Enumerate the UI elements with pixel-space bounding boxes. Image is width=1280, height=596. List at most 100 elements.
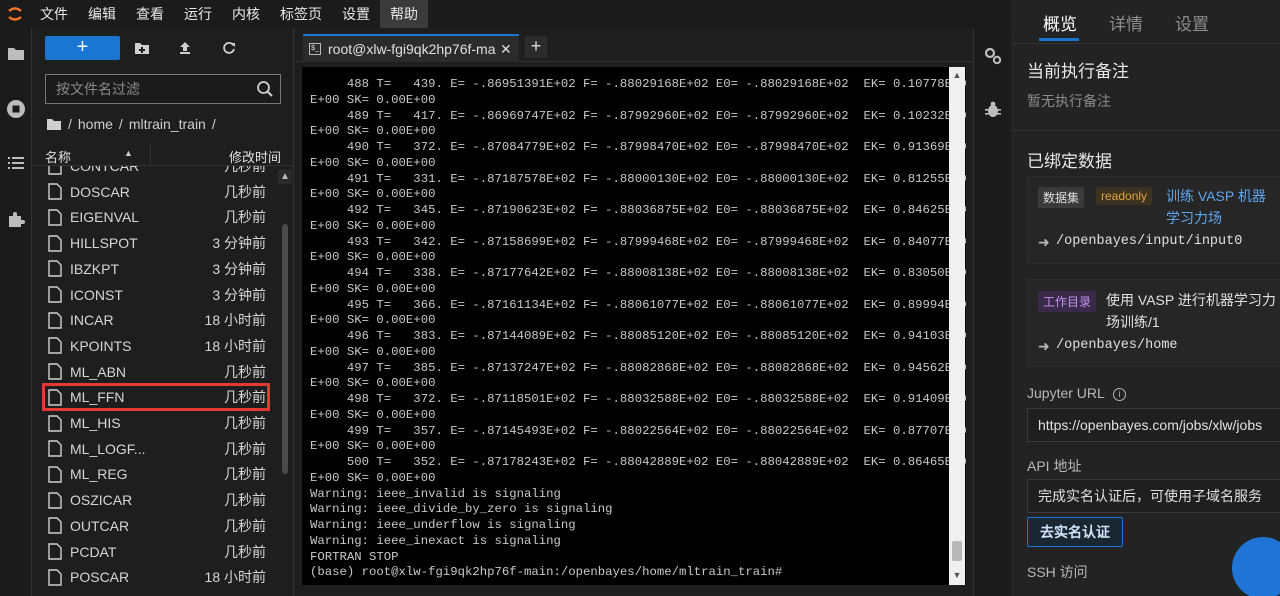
upload-icon[interactable] <box>175 38 195 58</box>
file-icon <box>48 234 62 252</box>
terminal-line: 495 T= 366. E= -.87161134E+02 F= -.88061… <box>346 297 967 312</box>
extension-puzzle-icon[interactable] <box>5 208 27 230</box>
file-filter-input[interactable] <box>46 75 246 103</box>
file-row[interactable]: ML_FFN 几秒前 <box>42 383 270 412</box>
file-modified-time: 几秒前 <box>224 517 266 534</box>
menu-settings[interactable]: 设置 <box>332 0 380 28</box>
file-row[interactable]: DOSCAR 几秒前 <box>44 180 268 204</box>
file-list-scrollbar[interactable]: ▲ ▼ <box>278 166 292 596</box>
file-row[interactable]: ML_ABN 几秒前 <box>44 360 268 384</box>
file-row[interactable]: ML_LOGF... 几秒前 <box>44 437 268 461</box>
file-modified-time: 几秒前 <box>224 209 266 226</box>
file-icon <box>48 286 62 303</box>
terminal-tab[interactable]: $_ root@xlw-fgi9qk2hp76f-mai ✕ <box>303 34 519 62</box>
jupyter-url-field[interactable]: https://openbayes.com/jobs/xlw/jobs <box>1027 408 1280 442</box>
new-launcher-button[interactable]: + <box>45 36 120 60</box>
divider <box>1011 130 1280 131</box>
scrollbar-thumb[interactable] <box>282 224 288 474</box>
folder-icon[interactable] <box>46 117 62 131</box>
new-folder-icon[interactable] <box>132 38 152 58</box>
column-separator[interactable] <box>150 144 151 166</box>
file-icon <box>48 209 62 226</box>
real-name-verify-button[interactable]: 去实名认证 <box>1027 517 1123 547</box>
terminal-scrollbar-thumb[interactable] <box>952 541 962 561</box>
column-name-header[interactable]: 名称 <box>45 147 71 166</box>
file-icon <box>48 517 62 534</box>
scroll-up-arrow-icon[interactable]: ▲ <box>278 170 292 184</box>
file-row[interactable]: ICONST 3 分钟前 <box>44 283 268 307</box>
main-area: $_ root@xlw-fgi9qk2hp76f-mai ✕ + 488 T= … <box>295 28 972 596</box>
menu-bar: 文件 编辑 查看 运行 内核 标签页 设置 帮助 <box>0 0 1010 28</box>
file-modified-time: 18 小时前 <box>204 337 266 354</box>
running-stop-icon[interactable] <box>5 98 27 120</box>
file-modified-time: 几秒前 <box>224 166 266 174</box>
column-modified-header[interactable]: 修改时间 <box>229 147 281 166</box>
terminal-line: E+00 SK= 0.00E+00 <box>310 92 436 107</box>
terminal-line: (base) root@xlw-fgi9qk2hp76f-main:/openb… <box>310 565 783 580</box>
tab-overview[interactable]: 概览 <box>1043 10 1077 35</box>
file-icon <box>48 311 62 329</box>
menu-run[interactable]: 运行 <box>174 0 222 28</box>
scroll-up-arrow-icon[interactable]: ▲ <box>951 69 963 81</box>
file-name: ML_HIS <box>70 415 121 431</box>
terminal-tab-label: root@xlw-fgi9qk2hp76f-mai <box>328 41 496 57</box>
menu-edit[interactable]: 编辑 <box>78 0 126 28</box>
scroll-down-arrow-icon[interactable]: ▼ <box>951 569 963 581</box>
file-row[interactable]: ML_REG 几秒前 <box>44 462 268 486</box>
file-row[interactable]: INCAR 18 小时前 <box>44 308 268 332</box>
file-name: OUTCAR <box>70 517 130 534</box>
menu-file[interactable]: 文件 <box>30 0 78 28</box>
exec-note-empty: 暂无执行备注 <box>1027 93 1111 109</box>
menu-tabs[interactable]: 标签页 <box>270 0 332 28</box>
file-modified-time: 18 小时前 <box>204 312 266 329</box>
jupyter-app: 文件 编辑 查看 运行 内核 标签页 设置 帮助 + 按文件名过滤 / home… <box>0 0 1280 596</box>
file-list-header: 名称 ▲ 修改时间 <box>32 144 294 166</box>
menu-kernel[interactable]: 内核 <box>222 0 270 28</box>
breadcrumb-mltrain-train[interactable]: mltrain_train <box>129 116 206 132</box>
jupyter-logo-icon[interactable] <box>0 0 30 28</box>
workdir-name[interactable]: 使用 VASP 进行机器学习力 <box>1106 290 1276 311</box>
info-icon[interactable]: i <box>1112 388 1126 401</box>
debugger-bug-icon[interactable] <box>983 100 1003 120</box>
tab-settings[interactable]: 设置 <box>1175 10 1209 35</box>
panel-tabs: 概览 详情 设置 <box>1011 0 1280 44</box>
close-icon[interactable]: ✕ <box>500 41 512 58</box>
terminal-scrollbar[interactable]: ▲ ▼ <box>949 67 965 585</box>
exec-note-title: 当前执行备注 <box>1027 62 1129 81</box>
dataset-name-link[interactable]: 训练 VASP 机器 <box>1166 186 1266 207</box>
add-tab-button[interactable]: + <box>525 36 547 58</box>
sort-ascending-icon[interactable]: ▲ <box>124 148 133 158</box>
refresh-icon[interactable] <box>219 38 239 58</box>
file-row[interactable]: POSCAR 18 小时前 <box>44 565 268 589</box>
file-row[interactable]: IBZKPT 3 分钟前 <box>44 257 268 281</box>
file-name: ML_FFN <box>70 389 125 406</box>
file-row[interactable]: EIGENVAL 几秒前 <box>44 205 268 229</box>
terminal-line: E+00 SK= 0.00E+00 <box>310 470 436 485</box>
file-row[interactable]: OUTCAR 几秒前 <box>44 514 268 538</box>
menu-view[interactable]: 查看 <box>126 0 174 28</box>
property-inspector-gears-icon[interactable] <box>983 46 1003 66</box>
file-name: HILLSPOT <box>70 235 138 252</box>
terminal-view[interactable]: 488 T= 439. E= -.86951391E+02 F= -.88029… <box>301 66 967 586</box>
breadcrumb-root[interactable]: / <box>68 116 72 132</box>
file-icon <box>48 568 62 586</box>
folder-icon[interactable] <box>5 42 27 64</box>
breadcrumb-home[interactable]: home <box>78 116 113 132</box>
file-row[interactable]: HILLSPOT 3 分钟前 <box>44 231 268 255</box>
file-row[interactable]: ML_HIS 几秒前 <box>44 411 268 435</box>
workdir-name-line2[interactable]: 场训练/1 <box>1106 312 1160 333</box>
dataset-mount-path: /openbayes/input/input0 <box>1056 234 1243 249</box>
file-modified-time: 3 分钟前 <box>212 235 266 252</box>
file-row[interactable]: CONTCAR 几秒前 <box>44 166 268 178</box>
menu-help[interactable]: 帮助 <box>380 0 428 28</box>
dataset-name-link-line2[interactable]: 学习力场 <box>1166 208 1222 229</box>
file-row[interactable]: OSZICAR 几秒前 <box>44 488 268 512</box>
file-modified-time: 几秒前 <box>224 466 266 483</box>
file-list: CONTCAR 几秒前 DOSCAR 几秒前 EIGENVAL 几秒前 HILLSPOT 3 … <box>32 166 278 596</box>
file-row[interactable]: KPOINTS 18 小时前 <box>44 334 268 358</box>
table-of-contents-icon[interactable] <box>5 152 27 174</box>
jupyter-url-label-row: Jupyter URL i <box>1027 385 1126 401</box>
file-row[interactable]: PCDAT 几秒前 <box>44 540 268 564</box>
terminal-line: E+00 SK= 0.00E+00 <box>310 250 436 265</box>
tab-details[interactable]: 详情 <box>1109 10 1143 35</box>
